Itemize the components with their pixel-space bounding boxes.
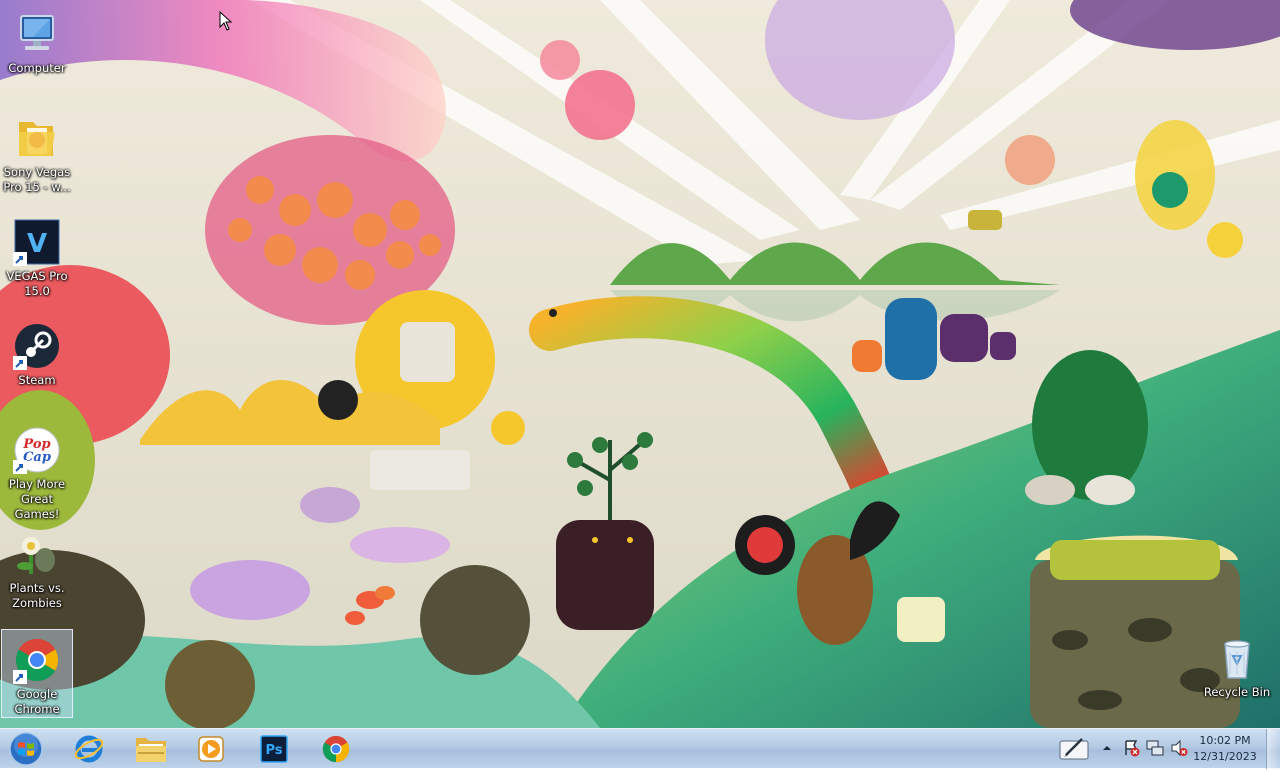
- volume-muted-icon[interactable]: [1170, 739, 1188, 757]
- desktop-wallpaper: [0, 0, 1280, 728]
- show-hidden-icons-icon[interactable]: [1102, 743, 1112, 753]
- show-desktop-button[interactable]: [1266, 729, 1280, 769]
- windows-logo-icon: [9, 732, 43, 766]
- desktop-icon-sony-vegas-pro-15[interactable]: Sony Vegas Pro 15 - w...: [0, 108, 74, 195]
- media-player-icon: [198, 736, 224, 762]
- desktop-icon-label: Steam: [18, 373, 56, 387]
- recycle-bin-icon: [1213, 634, 1261, 682]
- shortcut-arrow-icon: [13, 670, 27, 684]
- desktop-icon-vegas-pro-15[interactable]: V VEGAS Pro 15.0: [0, 212, 74, 299]
- folder-icon: [136, 738, 166, 762]
- taskbar: Ps 10:02 PM 12/31/2023: [0, 728, 1280, 769]
- system-tray: 10:02 PM 12/31/2023: [1050, 729, 1280, 769]
- desktop-icon-steam[interactable]: Steam: [0, 316, 74, 388]
- taskbar-internet-explorer[interactable]: [62, 731, 116, 767]
- network-icon[interactable]: [1146, 739, 1164, 757]
- shortcut-arrow-icon: [13, 356, 27, 370]
- desktop-icon-label: Computer: [8, 61, 66, 75]
- svg-text:V: V: [27, 229, 47, 259]
- svg-text:Ps: Ps: [265, 743, 282, 758]
- action-center-icon[interactable]: [1122, 739, 1140, 757]
- pvz-icon: [13, 530, 61, 578]
- taskbar-clock[interactable]: 10:02 PM 12/31/2023: [1192, 733, 1258, 765]
- mouse-cursor-icon: [219, 11, 232, 31]
- computer-icon: [13, 10, 61, 58]
- desktop-icon-label: VEGAS Pro 15.0: [6, 269, 68, 298]
- desktop-icon-label: Recycle Bin: [1203, 685, 1271, 699]
- chrome-icon: [322, 735, 350, 763]
- taskbar-media-player[interactable]: [184, 731, 238, 767]
- taskbar-file-explorer[interactable]: [124, 731, 178, 767]
- chrome-icon: [13, 636, 61, 684]
- clock-time: 10:02 PM: [1199, 734, 1251, 747]
- taskbar-photoshop[interactable]: Ps: [247, 731, 301, 767]
- svg-text:Cap: Cap: [23, 450, 51, 465]
- photoshop-icon: Ps: [260, 735, 288, 763]
- clock-date: 12/31/2023: [1193, 750, 1257, 763]
- desktop-icon-label: Plants vs. Zombies: [9, 581, 65, 610]
- pen-tablet-icon[interactable]: [1058, 735, 1090, 761]
- start-button[interactable]: [6, 731, 46, 767]
- desktop-icon-recycle-bin[interactable]: Recycle Bin: [1200, 628, 1274, 700]
- desktop-icon-play-more-great-games[interactable]: Pop Cap Play More Great Games!: [0, 420, 74, 522]
- steam-icon: [13, 322, 61, 370]
- popcap-icon: Pop Cap: [13, 426, 61, 474]
- desktop[interactable]: Computer Sony Vegas Pro 15 - w... V VEGA…: [0, 0, 1280, 728]
- shortcut-arrow-icon: [13, 252, 27, 266]
- vegas-icon: V: [13, 218, 61, 266]
- internet-explorer-icon: [74, 735, 104, 763]
- desktop-icon-label: Sony Vegas Pro 15 - w...: [3, 165, 71, 194]
- desktop-icon-label: Play More Great Games!: [8, 477, 66, 521]
- desktop-icon-computer[interactable]: Computer: [0, 4, 74, 76]
- shortcut-arrow-icon: [13, 460, 27, 474]
- taskbar-chrome[interactable]: [309, 731, 363, 767]
- desktop-icon-google-chrome[interactable]: Google Chrome: [1, 629, 73, 718]
- desktop-icon-plants-vs-zombies[interactable]: Plants vs. Zombies: [0, 524, 74, 611]
- folder-icon: [13, 114, 61, 162]
- desktop-icon-label: Google Chrome: [14, 687, 60, 716]
